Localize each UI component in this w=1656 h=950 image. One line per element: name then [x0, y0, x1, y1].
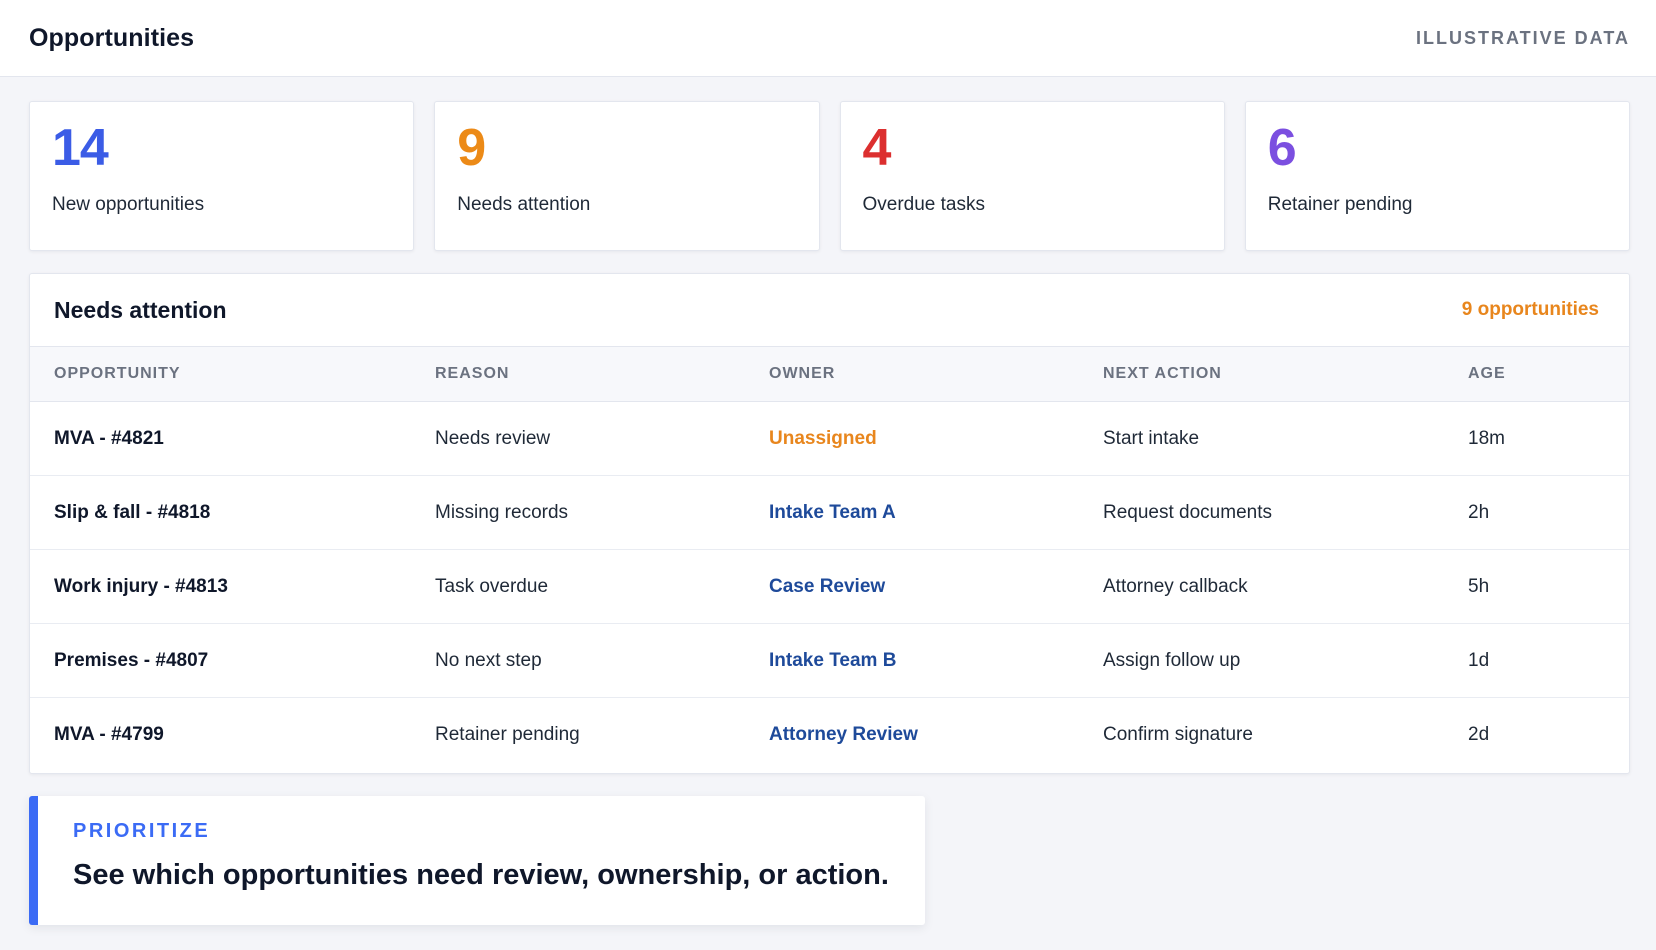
reason-cell: Task overdue: [435, 575, 549, 597]
opportunity-name[interactable]: Slip & fall - #4818: [30, 502, 435, 524]
callout-text: See which opportunities need review, own…: [73, 859, 889, 891]
column-header-reason[interactable]: REASON: [435, 365, 769, 383]
opportunity-count-link[interactable]: 9 opportunities: [1462, 299, 1599, 321]
column-header-opportunity[interactable]: OPPORTUNITY: [30, 365, 435, 383]
panel-header: Needs attention 9 opportunities: [30, 274, 1629, 347]
table-row[interactable]: MVA - #4799 Retainer pending Attorney Re…: [30, 698, 1629, 772]
table-row[interactable]: Premises - #4807 No next step Intake Tea…: [30, 624, 1629, 698]
panel-title: Needs attention: [54, 296, 227, 323]
next-action-cell: Confirm signature: [1103, 724, 1253, 745]
page-title: Opportunities: [29, 23, 195, 52]
opportunity-name[interactable]: MVA - #4821: [30, 428, 435, 450]
age-cell: 2h: [1468, 501, 1490, 523]
stat-label: New opportunities: [52, 194, 205, 215]
owner-link[interactable]: Case Review: [769, 576, 1103, 598]
stat-label: Retainer pending: [1267, 194, 1413, 215]
stat-card-needs-attention[interactable]: 9 Needs attention: [434, 101, 820, 251]
stat-value: 9: [457, 119, 486, 177]
reason-cell: Retainer pending: [435, 724, 580, 745]
column-header-age[interactable]: AGE: [1468, 365, 1618, 383]
owner-link[interactable]: Unassigned: [769, 428, 1103, 450]
stat-label: Needs attention: [457, 194, 591, 215]
stat-value: 14: [52, 119, 109, 177]
stat-label: Overdue tasks: [862, 194, 986, 215]
age-cell: 5h: [1468, 575, 1490, 597]
needs-attention-panel: Needs attention 9 opportunities OPPORTUN…: [29, 273, 1630, 774]
reason-cell: Needs review: [435, 427, 551, 449]
prioritize-callout: PRIORITIZE See which opportunities need …: [29, 796, 925, 925]
owner-link[interactable]: Intake Team B: [769, 650, 1103, 672]
column-header-next-action[interactable]: NEXT ACTION: [1103, 365, 1468, 383]
reason-cell: Missing records: [435, 501, 569, 523]
next-action-cell: Assign follow up: [1103, 649, 1241, 671]
next-action-cell: Request documents: [1103, 501, 1272, 523]
owner-link[interactable]: Attorney Review: [769, 724, 1103, 746]
stat-card-retainer-pending[interactable]: 6 Retainer pending: [1244, 101, 1630, 251]
table-row[interactable]: Work injury - #4813 Task overdue Case Re…: [30, 550, 1629, 624]
stat-value: 4: [862, 119, 892, 177]
stat-value: 6: [1267, 119, 1297, 177]
next-action-cell: Attorney callback: [1103, 575, 1248, 597]
next-action-cell: Start intake: [1103, 427, 1200, 449]
column-header-owner[interactable]: OWNER: [769, 365, 1103, 383]
illustrative-data-badge: ILLUSTRATIVE DATA: [1416, 27, 1630, 48]
owner-link[interactable]: Intake Team A: [769, 502, 1103, 524]
table-row[interactable]: MVA - #4821 Needs review Unassigned Star…: [30, 402, 1629, 476]
age-cell: 2d: [1468, 724, 1490, 745]
opportunity-name[interactable]: Premises - #4807: [30, 650, 435, 672]
opportunity-name[interactable]: MVA - #4799: [30, 724, 435, 746]
top-bar: Opportunities ILLUSTRATIVE DATA: [0, 0, 1656, 77]
table-header-row: OPPORTUNITY REASON OWNER NEXT ACTION AGE: [30, 347, 1629, 402]
stats-row: 14 New opportunities 9 Needs attention 4…: [29, 101, 1630, 251]
age-cell: 18m: [1468, 427, 1505, 449]
callout-kicker: PRIORITIZE: [73, 820, 211, 842]
stat-card-overdue-tasks[interactable]: 4 Overdue tasks: [839, 101, 1225, 251]
table-row[interactable]: Slip & fall - #4818 Missing records Inta…: [30, 476, 1629, 550]
opportunity-name[interactable]: Work injury - #4813: [30, 576, 435, 598]
stat-card-new-opportunities[interactable]: 14 New opportunities: [29, 101, 415, 251]
reason-cell: No next step: [435, 649, 542, 671]
age-cell: 1d: [1468, 649, 1490, 671]
